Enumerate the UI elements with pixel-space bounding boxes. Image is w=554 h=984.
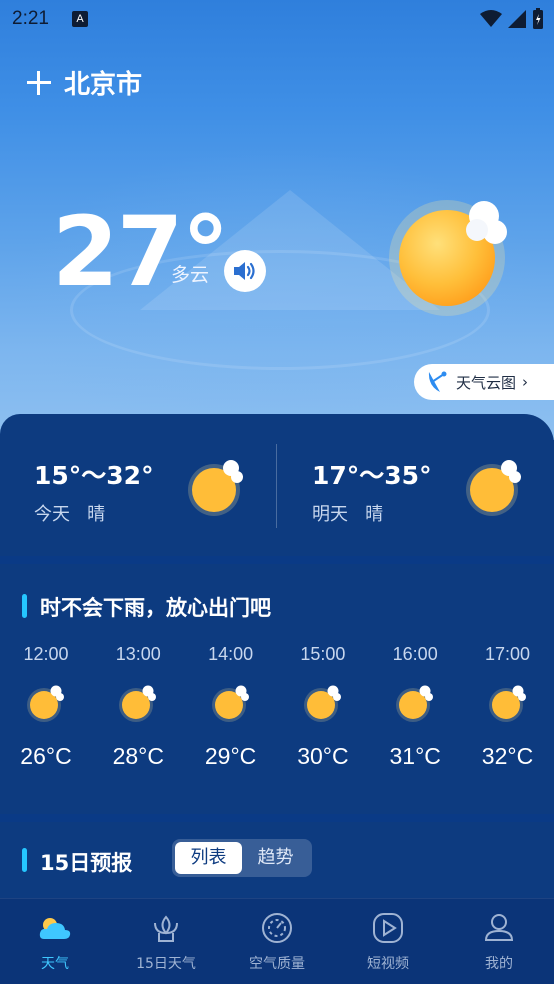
hour-time: 14:00 xyxy=(208,644,254,664)
hour-time: 17:00 xyxy=(484,644,531,664)
sunny-icon xyxy=(27,685,64,722)
cloud-map-label: 天气云图 xyxy=(456,373,517,392)
forecast-card: 15日预报 列表 趋势 xyxy=(0,822,554,900)
cloud-map-button[interactable]: 天气云图 › xyxy=(414,364,554,400)
hourly-forecast-card: 时不会下雨，放心出门吧 12:00 26°C 13:00 28°C 14:00 29°C 1… xyxy=(0,564,554,814)
play-icon xyxy=(373,913,403,943)
hour-temperature: 32°C xyxy=(481,743,534,769)
bottom-tab-bar: 天气 15日天气 空气质量 短视频 我的 xyxy=(0,898,554,984)
tab-label: 天气 xyxy=(41,956,69,972)
hour-item: 14:00 29°C xyxy=(185,644,277,770)
hourly-list[interactable]: 12:00 26°C 13:00 28°C 14:00 29°C 15:00 30°C 16:0… xyxy=(0,644,554,784)
tomorrow-label: 明天 xyxy=(312,504,348,525)
tab-mine[interactable]: 我的 xyxy=(444,899,554,984)
sunny-icon xyxy=(188,460,243,516)
hour-temperature: 30°C xyxy=(297,743,349,769)
today-label-row: 今天 晴 xyxy=(34,500,105,526)
section-accent-bar xyxy=(22,848,27,872)
sunny-icon xyxy=(488,685,526,722)
hour-temperature: 31°C xyxy=(389,743,441,769)
tomorrow-condition: 晴 xyxy=(365,504,384,525)
current-condition: 多云 xyxy=(171,264,210,286)
tab-label: 我的 xyxy=(485,956,513,972)
satellite-dish-icon xyxy=(428,371,447,392)
tomorrow-temp-range: 17°～35° xyxy=(312,461,432,490)
sunny-icon xyxy=(303,685,341,722)
tab-weather[interactable]: 天气 xyxy=(0,899,110,984)
hour-time: 16:00 xyxy=(392,644,438,664)
hour-item: 15:00 30°C xyxy=(277,644,369,770)
hour-item: 16:00 31°C xyxy=(369,644,461,770)
hour-item: 13:00 28°C xyxy=(92,644,184,770)
today-label: 今天 xyxy=(34,504,70,525)
hour-time: 15:00 xyxy=(300,644,346,664)
tab-air-quality[interactable]: 空气质量 xyxy=(222,899,332,984)
add-city-icon[interactable] xyxy=(26,70,52,96)
cloud-icon xyxy=(39,918,71,939)
signal-icon xyxy=(508,10,526,28)
tomorrow-label-row: 明天 晴 xyxy=(312,500,383,526)
hour-item: 12:00 26°C xyxy=(0,644,92,770)
day-divider xyxy=(276,444,277,528)
tomorrow-summary[interactable]: 17°～35° 明天 晴 xyxy=(312,414,542,556)
tab-label: 空气质量 xyxy=(249,956,305,972)
city-name: 北京市 xyxy=(64,70,143,100)
status-bar: 2:21 A xyxy=(0,0,554,38)
city-selector[interactable]: 北京市 xyxy=(26,64,142,101)
lotus-icon xyxy=(154,915,178,942)
tab-label: 短视频 xyxy=(367,956,409,972)
speaker-icon xyxy=(234,262,255,280)
sunny-icon xyxy=(119,685,157,722)
hour-item: 17:00 32°C xyxy=(462,644,554,770)
rain-tip: 时不会下雨，放心出门吧 xyxy=(40,596,271,620)
tab-short-video[interactable]: 短视频 xyxy=(333,899,443,984)
forecast-view-toggle: 列表 趋势 xyxy=(172,839,312,877)
tab-label: 15日天气 xyxy=(136,956,196,972)
hour-time: 12:00 xyxy=(23,644,69,664)
voice-broadcast-button[interactable] xyxy=(224,250,266,292)
tab-trend[interactable]: 趋势 xyxy=(242,842,309,874)
section-accent-bar xyxy=(22,594,27,618)
hour-temperature: 29°C xyxy=(204,743,257,769)
person-icon xyxy=(484,914,514,941)
hour-time: 13:00 xyxy=(115,644,161,664)
sunny-icon xyxy=(211,685,249,722)
battery-icon xyxy=(533,8,543,29)
chevron-right-icon: › xyxy=(522,373,529,391)
today-temp-range: 15°～32° xyxy=(34,461,154,490)
status-icons xyxy=(480,8,544,30)
notification-icon: A xyxy=(72,11,88,27)
hour-temperature: 26°C xyxy=(20,743,72,769)
forecast-title: 15日预报 xyxy=(40,851,133,875)
sunny-icon xyxy=(466,460,521,516)
weather-sun-icon xyxy=(389,200,507,316)
today-summary[interactable]: 15°～32° 今天 晴 xyxy=(34,414,264,556)
gauge-icon xyxy=(262,913,292,943)
sunny-icon xyxy=(396,685,434,722)
tab-list[interactable]: 列表 xyxy=(175,842,242,874)
wifi-icon xyxy=(480,10,502,27)
tab-15-day-weather[interactable]: 15日天气 xyxy=(111,899,221,984)
current-temperature: 27° xyxy=(52,196,230,308)
today-tomorrow-card: 15°～32° 今天 晴 17°～35° 明天 晴 xyxy=(0,414,554,556)
today-condition: 晴 xyxy=(87,504,106,525)
hour-temperature: 28°C xyxy=(112,743,164,769)
status-time: 2:21 xyxy=(12,8,49,29)
